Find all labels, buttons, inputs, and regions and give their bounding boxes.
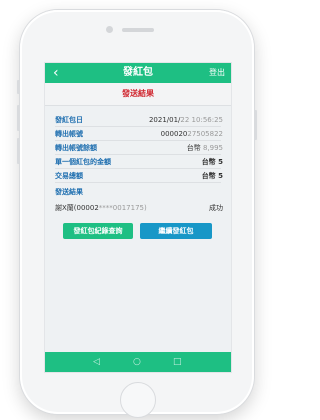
- divider: [55, 126, 221, 127]
- divider: [55, 182, 221, 183]
- single-amount-label: 單一個紅包的金額: [55, 158, 111, 166]
- volume-down-button: [17, 138, 20, 164]
- logout-button[interactable]: 登出: [209, 63, 225, 83]
- divider: [55, 168, 221, 169]
- earpiece: [122, 28, 154, 32]
- nav-back-icon[interactable]: ◁: [93, 352, 100, 372]
- nav-recent-icon[interactable]: □: [173, 352, 182, 372]
- source-account-value: 00002027505822: [160, 130, 223, 138]
- result-panel: 發送結果 發紅包日 2021/01/22 10:56:25 轉出帳號 00002…: [45, 83, 231, 352]
- app-screen: ‹ 發紅包 登出 發送結果 發紅包日 2021/01/22 10:56:25 轉…: [44, 62, 232, 373]
- row-single-amount: 單一個紅包的金額 台幣 5: [55, 157, 223, 167]
- android-nav-bar: ◁ ○ □: [45, 352, 231, 372]
- volume-up-button: [17, 105, 20, 131]
- row-account-balance: 轉出帳號餘額 台幣 8,995: [55, 143, 223, 153]
- account-balance-value: 台幣 8,995: [186, 144, 223, 152]
- phone-frame: ‹ 發紅包 登出 發送結果 發紅包日 2021/01/22 10:56:25 轉…: [17, 10, 257, 418]
- history-query-button[interactable]: 發紅包紀錄查詢: [63, 223, 133, 239]
- recipient-status: 成功: [209, 204, 223, 212]
- page-title: 發紅包: [123, 67, 153, 78]
- source-account-label: 轉出帳號: [55, 130, 83, 138]
- divider: [55, 154, 221, 155]
- continue-send-button[interactable]: 繼續發紅包: [140, 223, 212, 239]
- recipient-name: 謝X蘭(00002****0017175): [55, 204, 147, 212]
- send-date-value: 2021/01/22 10:56:25: [148, 116, 223, 124]
- nav-home-icon[interactable]: ○: [133, 352, 141, 372]
- row-recipients-heading: 發送結果: [55, 187, 223, 197]
- recipients-label: 發送結果: [55, 188, 83, 196]
- row-send-date: 發紅包日 2021/01/22 10:56:25: [55, 115, 223, 125]
- camera-icon: [106, 26, 113, 33]
- send-date-label: 發紅包日: [55, 116, 83, 124]
- account-balance-label: 轉出帳號餘額: [55, 144, 97, 152]
- app-header: ‹ 發紅包 登出: [45, 63, 231, 83]
- divider: [55, 140, 221, 141]
- row-total-amount: 交易總額 台幣 5: [55, 171, 223, 181]
- recipient-row: 謝X蘭(00002****0017175) 成功: [55, 203, 223, 213]
- mute-switch: [17, 80, 20, 94]
- total-amount-label: 交易總額: [55, 172, 83, 180]
- section-title: 發送結果: [45, 83, 231, 106]
- home-button[interactable]: [120, 382, 156, 418]
- power-button: [254, 110, 257, 140]
- row-source-account: 轉出帳號 00002027505822: [55, 129, 223, 139]
- single-amount-value: 台幣 5: [201, 158, 223, 166]
- total-amount-value: 台幣 5: [201, 172, 223, 180]
